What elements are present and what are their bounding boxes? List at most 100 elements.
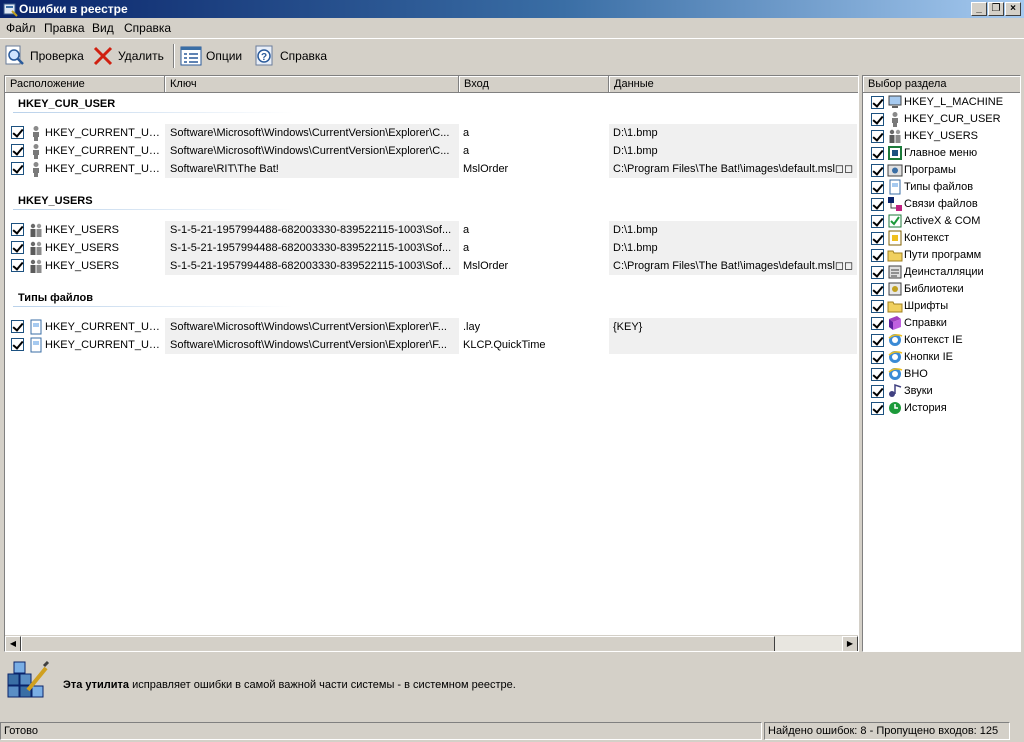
section-label: Контекст	[904, 232, 950, 244]
scroll-right-button[interactable]: ▶	[842, 636, 858, 651]
section-item[interactable]: BHO	[863, 366, 1020, 383]
row-checkbox[interactable]	[11, 320, 24, 333]
menu-file[interactable]: Файл	[6, 21, 36, 35]
section-label: Пути программ	[904, 249, 982, 261]
row-checkbox[interactable]	[11, 259, 24, 272]
options-button[interactable]: Опции	[180, 43, 242, 69]
section-checkbox[interactable]	[871, 198, 884, 211]
scan-button[interactable]: Проверка	[4, 43, 84, 69]
section-item[interactable]: Пути программ	[863, 247, 1020, 264]
section-item[interactable]: Связи файлов	[863, 196, 1020, 213]
cell-key: Software\Microsoft\Windows\CurrentVersio…	[165, 142, 459, 160]
section-checkbox[interactable]	[871, 334, 884, 347]
table-row[interactable]: HKEY_CURRENT_USER Software\RIT\The Bat! Ms…	[5, 160, 858, 178]
section-checkbox[interactable]	[871, 164, 884, 177]
section-panel: Выбор раздела HKEY_L_MACHINE HKEY_CUR_USE…	[862, 75, 1021, 652]
options-label: Опции	[206, 49, 243, 63]
row-checkbox[interactable]	[11, 144, 24, 157]
section-item[interactable]: HKEY_L_MACHINE	[863, 94, 1020, 111]
section-checkbox[interactable]	[871, 317, 884, 330]
registry-tool-icon	[7, 660, 50, 698]
section-checkbox[interactable]	[871, 215, 884, 228]
computer-icon	[888, 95, 902, 108]
table-row[interactable]: HKEY_USERS S-1-5-21-1957994488-682003330-…	[5, 257, 858, 275]
file-type-icon	[28, 319, 44, 335]
section-item[interactable]: Библиотеки	[863, 281, 1020, 298]
section-checkbox[interactable]	[871, 130, 884, 143]
delete-button[interactable]: Удалить	[92, 43, 164, 69]
program-paths-icon	[887, 250, 903, 262]
section-checkbox[interactable]	[871, 96, 884, 109]
section-checkbox[interactable]	[871, 351, 884, 364]
section-label: HKEY_L_MACHINE	[904, 96, 1004, 108]
user-icon	[28, 125, 44, 141]
users-icon	[28, 240, 44, 256]
minimize-button[interactable]: _	[971, 2, 987, 16]
column-entry[interactable]: Вход	[459, 76, 609, 93]
section-checkbox[interactable]	[871, 147, 884, 160]
section-item[interactable]: HKEY_USERS	[863, 128, 1020, 145]
section-checkbox[interactable]	[871, 232, 884, 245]
cell-location: HKEY_CURRENT_USER	[45, 127, 163, 139]
menu-help[interactable]: Справка	[124, 21, 171, 35]
section-item[interactable]: Кнопки IE	[863, 349, 1020, 366]
group-divider	[13, 112, 293, 113]
section-item[interactable]: Деинсталляции	[863, 264, 1020, 281]
section-item[interactable]: Звуки	[863, 383, 1020, 400]
section-item[interactable]: Типы файлов	[863, 179, 1020, 196]
cell-data: C:\Program Files\The Bat!\images\default…	[609, 160, 857, 178]
window-title: Ошибки в реестре	[19, 2, 128, 16]
menu-edit[interactable]: Правка	[44, 21, 85, 35]
column-key[interactable]: Ключ	[165, 76, 459, 93]
table-row[interactable]: HKEY_CURRENT_USER Software\Microsoft\Wind…	[5, 318, 858, 336]
section-item[interactable]: История	[863, 400, 1020, 417]
section-label: Главное меню	[904, 147, 978, 159]
row-checkbox[interactable]	[11, 126, 24, 139]
app-icon	[3, 3, 18, 17]
status-ready: Готово	[0, 722, 762, 740]
section-checkbox[interactable]	[871, 181, 884, 194]
table-row[interactable]: HKEY_USERS S-1-5-21-1957994488-682003330-…	[5, 221, 858, 239]
row-checkbox[interactable]	[11, 338, 24, 351]
section-checkbox[interactable]	[871, 385, 884, 398]
row-checkbox[interactable]	[11, 162, 24, 175]
title-bar: Ошибки в реестре _ ❐ ×	[0, 0, 1024, 18]
list-header: Расположение Ключ Вход Данные	[5, 76, 858, 93]
cell-location: HKEY_CURRENT_USER	[45, 145, 163, 157]
section-item[interactable]: ActiveX & COM	[863, 213, 1020, 230]
menu-view[interactable]: Вид	[92, 21, 114, 35]
section-item[interactable]: HKEY_CUR_USER	[863, 111, 1020, 128]
section-checkbox[interactable]	[871, 249, 884, 262]
section-item[interactable]: Справки	[863, 315, 1020, 332]
table-row[interactable]: HKEY_CURRENT_USER Software\Microsoft\Wind…	[5, 142, 858, 160]
section-checkbox[interactable]	[871, 283, 884, 296]
column-location[interactable]: Расположение	[5, 76, 165, 93]
row-checkbox[interactable]	[11, 241, 24, 254]
section-checkbox[interactable]	[871, 368, 884, 381]
help-button[interactable]: ? Справка	[254, 43, 327, 69]
section-checkbox[interactable]	[871, 266, 884, 279]
row-checkbox[interactable]	[11, 223, 24, 236]
cell-data: D:\1.bmp	[609, 124, 857, 142]
section-item[interactable]: Шрифты	[863, 298, 1020, 315]
section-checkbox[interactable]	[871, 300, 884, 313]
scroll-left-button[interactable]: ◀	[5, 636, 21, 651]
section-checkbox[interactable]	[871, 113, 884, 126]
section-item[interactable]: Контекст	[863, 230, 1020, 247]
horizontal-scrollbar[interactable]: ◀ ▶	[5, 635, 858, 651]
section-panel-header: Выбор раздела	[863, 76, 1020, 93]
cell-location: HKEY_USERS	[45, 224, 119, 236]
section-item[interactable]: Контекст IE	[863, 332, 1020, 349]
section-item[interactable]: Главное меню	[863, 145, 1020, 162]
table-row[interactable]: HKEY_CURRENT_USER Software\Microsoft\Wind…	[5, 336, 858, 354]
close-button[interactable]: ×	[1005, 2, 1021, 16]
column-data[interactable]: Данные	[609, 76, 858, 93]
section-item[interactable]: Програмы	[863, 162, 1020, 179]
help-label: Справка	[280, 49, 328, 63]
scroll-thumb[interactable]	[21, 636, 775, 651]
errors-list[interactable]: Расположение Ключ Вход Данные HKEY_CUR_U…	[4, 75, 859, 652]
maximize-button[interactable]: ❐	[988, 2, 1004, 16]
table-row[interactable]: HKEY_CURRENT_USER Software\Microsoft\Wind…	[5, 124, 858, 142]
table-row[interactable]: HKEY_USERS S-1-5-21-1957994488-682003330-…	[5, 239, 858, 257]
section-checkbox[interactable]	[871, 402, 884, 415]
